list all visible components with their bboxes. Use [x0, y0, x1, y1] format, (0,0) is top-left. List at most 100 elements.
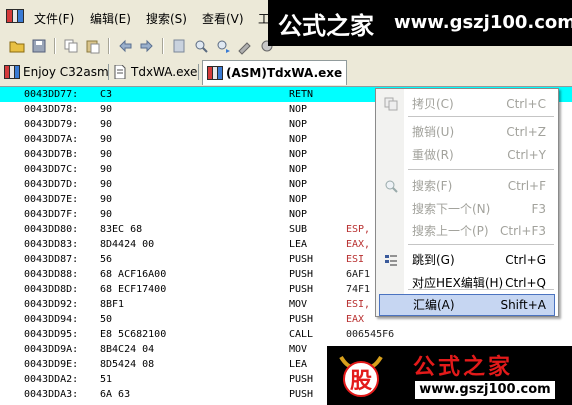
context-menu-item[interactable]: 拷贝(C) Ctrl+C — [376, 93, 558, 115]
code-mnemonic: RETN — [289, 89, 314, 100]
code-mnemonic: PUSH — [289, 374, 314, 385]
c32asm-logo-icon — [207, 66, 223, 80]
watermark-brand: 公式之家 — [278, 12, 374, 40]
context-menu-item-label: 搜索(F) — [412, 179, 453, 193]
tab-enjoy-c32asm[interactable]: Enjoy C32asm — [4, 61, 109, 83]
context-menu-item-label: 汇编(A) — [413, 298, 455, 312]
code-mnemonic: NOP — [289, 179, 308, 190]
save-icon[interactable] — [30, 37, 48, 55]
code-mnemonic: CALL — [289, 329, 314, 340]
code-mnemonic: NOP — [289, 104, 308, 115]
code-mnemonic: PUSH — [289, 389, 314, 400]
code-mnemonic: PUSH — [289, 269, 314, 280]
code-hex-bytes: E8 5C682100 — [100, 329, 167, 340]
context-menu-separator — [408, 244, 554, 245]
context-menu-item-shortcut: Ctrl+C — [506, 97, 546, 111]
toolbar-separator — [108, 38, 110, 54]
code-operand: 74F1 — [346, 284, 371, 295]
tool-icon[interactable] — [236, 37, 254, 55]
code-hex-bytes: 90 — [100, 179, 113, 190]
context-menu-item[interactable]: 搜索下一个(N) F3 — [376, 198, 558, 220]
code-address: 0043DD7B: — [24, 149, 79, 160]
back-arrow-icon[interactable] — [116, 37, 134, 55]
code-address: 0043DD78: — [24, 104, 79, 115]
code-address: 0043DD88: — [24, 269, 79, 280]
goto-icon — [385, 255, 397, 266]
tab-tdxwa-exe[interactable]: TdxWA.exe — [112, 61, 197, 83]
code-hex-bytes: 90 — [100, 104, 113, 115]
code-address: 0043DD9A: — [24, 344, 79, 355]
context-menu-item[interactable]: 搜索上一个(P) Ctrl+F3 — [376, 220, 558, 242]
copy-icon[interactable] — [62, 37, 80, 55]
context-menu-item-shortcut: Shift+A — [500, 298, 546, 312]
find-icon[interactable] — [192, 37, 210, 55]
code-address: 0043DD8D: — [24, 284, 79, 295]
menu-edit[interactable]: 编辑(E) — [90, 10, 131, 27]
code-mnemonic: MOV — [289, 299, 308, 310]
find-next-icon[interactable] — [214, 37, 232, 55]
copy-icon — [384, 97, 398, 111]
context-menu-item-shortcut: Ctrl+Q — [505, 276, 546, 290]
code-mnemonic: LEA — [289, 239, 308, 250]
code-address: 0043DD80: — [24, 224, 79, 235]
code-hex-bytes: 90 — [100, 194, 113, 205]
document-icon — [114, 65, 126, 79]
code-hex-bytes: 51 — [100, 374, 113, 385]
code-address: 0043DD79: — [24, 119, 79, 130]
context-menu-item-shortcut: F3 — [531, 202, 546, 216]
context-menu-item-shortcut: Ctrl+G — [505, 253, 546, 267]
toolbar-separator — [162, 38, 164, 54]
context-menu-item[interactable]: 汇编(A) Shift+A — [379, 294, 555, 316]
code-hex-bytes: 8D4424 00 — [100, 239, 155, 250]
code-operand: ESP, — [346, 224, 371, 235]
code-mnemonic: NOP — [289, 194, 308, 205]
context-menu-item[interactable]: 重做(R) Ctrl+Y — [376, 144, 558, 166]
menu-view[interactable]: 查看(V) — [202, 10, 244, 27]
context-menu-item[interactable]: 跳到(G) Ctrl+G — [376, 249, 558, 271]
code-address: 0043DD95: — [24, 329, 79, 340]
code-mnemonic: NOP — [289, 134, 308, 145]
code-operand: ESI, — [346, 299, 371, 310]
toolbar-separator — [54, 38, 56, 54]
code-hex-bytes: 50 — [100, 314, 113, 325]
context-menu-item-label: 搜索上一个(P) — [412, 224, 489, 238]
code-hex-bytes: C3 — [100, 89, 113, 100]
context-menu-item[interactable]: 搜索(F) Ctrl+F — [376, 175, 558, 197]
tab-asm-tdxwa-exe[interactable]: (ASM)TdxWA.exe — [202, 60, 348, 85]
code-hex-bytes: 8BF1 — [100, 299, 125, 310]
context-menu-item[interactable]: 对应HEX编辑(H) Ctrl+Q — [376, 272, 558, 294]
code-address: 0043DD77: — [24, 89, 79, 100]
tab-bar: Enjoy C32asm TdxWA.exe (ASM)TdxWA.exe — [0, 58, 572, 87]
context-menu-item-shortcut: Ctrl+Y — [507, 148, 546, 162]
tab-label: (ASM)TdxWA.exe — [226, 66, 343, 80]
context-menu-item-shortcut: Ctrl+F3 — [500, 224, 546, 238]
watermark-top-banner: 公式之家 www.gszj100.com — [268, 0, 572, 46]
code-address: 0043DDA2: — [24, 374, 79, 385]
tab-separator — [108, 64, 109, 80]
code-hex-bytes: 90 — [100, 209, 113, 220]
code-hex-bytes: 8B4C24 04 — [100, 344, 155, 355]
forward-arrow-icon[interactable] — [138, 37, 156, 55]
code-mnemonic: NOP — [289, 209, 308, 220]
context-menu-item[interactable]: 撤销(U) Ctrl+Z — [376, 121, 558, 143]
bookmark-icon[interactable] — [170, 37, 188, 55]
code-operand: EAX, — [346, 239, 371, 250]
watermark-url: www.gszj100.com — [394, 12, 572, 33]
code-address: 0043DD83: — [24, 239, 79, 250]
code-hex-bytes: 90 — [100, 149, 113, 160]
code-mnemonic: NOP — [289, 164, 308, 175]
code-hex-bytes: 90 — [100, 119, 113, 130]
code-hex-bytes: 56 — [100, 254, 113, 265]
context-menu-item-label: 对应HEX编辑(H) — [412, 276, 504, 290]
menu-file[interactable]: 文件(F) — [34, 10, 74, 27]
search-icon — [385, 180, 398, 193]
tab-label: TdxWA.exe — [131, 65, 198, 79]
code-hex-bytes: 68 ACF16A00 — [100, 269, 167, 280]
code-address: 0043DD7A: — [24, 134, 79, 145]
code-address: 0043DD87: — [24, 254, 79, 265]
code-row[interactable]: 0043DD95: E8 5C682100 CALL 006545F6 — [0, 327, 572, 342]
menu-search[interactable]: 搜索(S) — [146, 10, 187, 27]
code-operand: ESI — [346, 254, 365, 265]
paste-icon[interactable] — [84, 37, 102, 55]
open-folder-icon[interactable] — [8, 37, 26, 55]
